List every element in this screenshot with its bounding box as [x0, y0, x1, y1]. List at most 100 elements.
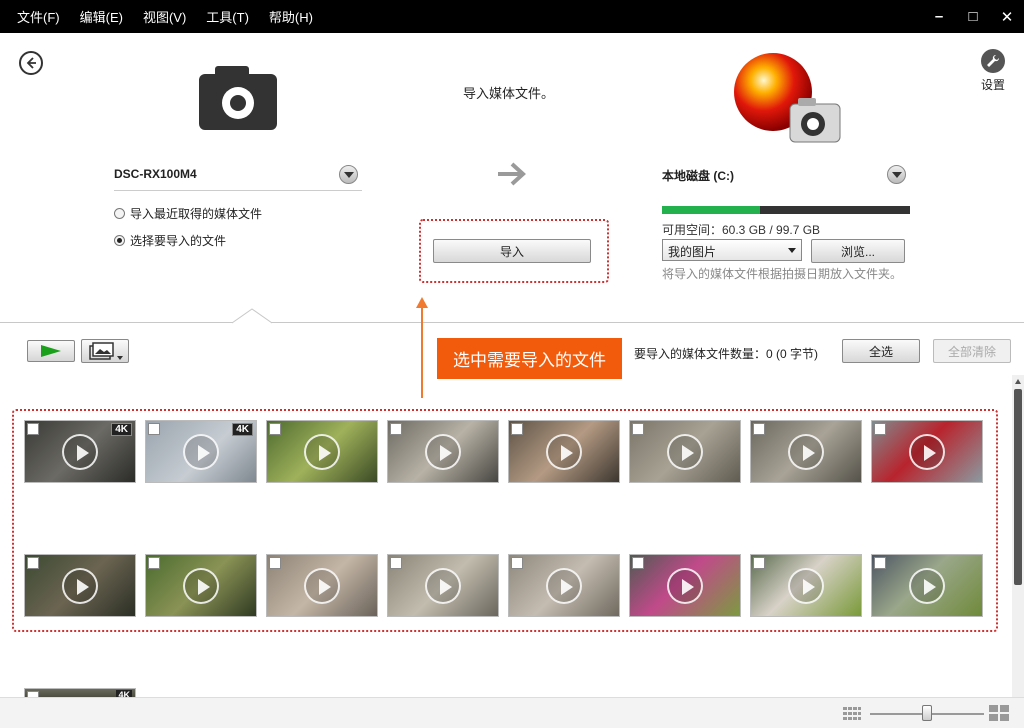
play-circle-icon: [304, 434, 340, 470]
play-circle-icon: [909, 434, 945, 470]
thumbnail-item[interactable]: [24, 554, 136, 617]
divider-notch: [232, 308, 272, 324]
thumbnail-checkbox[interactable]: [753, 557, 765, 569]
4k-badge: 4K: [111, 423, 132, 436]
play-icon: [41, 345, 61, 357]
option-recent[interactable]: 导入最近取得的媒体文件: [114, 205, 262, 222]
select-all-button[interactable]: 全选: [842, 339, 920, 363]
play-circle-icon: [62, 434, 98, 470]
thumbnail-checkbox[interactable]: [753, 423, 765, 435]
thumbnail-item[interactable]: [629, 420, 741, 483]
thumbnail-item[interactable]: [508, 554, 620, 617]
import-count: 要导入的媒体文件数量：0 (0 字节): [634, 347, 819, 361]
thumbnail-checkbox[interactable]: [148, 557, 160, 569]
thumbnail-item[interactable]: [266, 554, 378, 617]
folder-hint: 将导入的媒体文件根据拍摄日期放入文件夹。: [662, 267, 903, 281]
playmemories-logo-icon: [734, 53, 841, 143]
close-button[interactable]: ✕: [990, 0, 1024, 33]
play-circle-icon: [425, 568, 461, 604]
play-circle-icon: [909, 568, 945, 604]
menu-bar: 文件(F) 编辑(E) 视图(V) 工具(T) 帮助(H) – □ ✕: [0, 0, 1024, 33]
option-select-files[interactable]: 选择要导入的文件: [114, 232, 226, 249]
disk-usage-bar: [662, 206, 910, 214]
thumbnail-checkbox[interactable]: [874, 423, 886, 435]
thumbnail-item[interactable]: 4K: [24, 420, 136, 483]
thumbnail-item[interactable]: [750, 420, 862, 483]
window-controls: – □ ✕: [922, 0, 1024, 33]
instruction-callout: 选中需要导入的文件: [437, 338, 622, 379]
play-circle-icon: [788, 568, 824, 604]
scroll-thumb[interactable]: [1014, 389, 1022, 585]
status-bar: [0, 697, 1024, 728]
disk-selector[interactable]: 本地磁盘 (C:): [662, 163, 910, 191]
play-circle-icon: [546, 434, 582, 470]
play-circle-icon: [546, 568, 582, 604]
thumbnail-view-button[interactable]: [81, 339, 129, 363]
folder-dropdown[interactable]: 我的图片: [662, 239, 802, 261]
chevron-down-icon[interactable]: [339, 165, 358, 184]
thumbnail-item[interactable]: [387, 420, 499, 483]
radio-select-files[interactable]: [114, 235, 125, 246]
play-circle-icon: [667, 568, 703, 604]
play-circle-icon: [183, 568, 219, 604]
folder-value: 我的图片: [668, 245, 717, 259]
thumbnail-checkbox[interactable]: [511, 423, 523, 435]
arrow-right-icon: [498, 162, 526, 186]
import-button[interactable]: 导入: [433, 239, 591, 263]
import-panel: 设置 DSC-RX100M4 导入最近取得的媒体文件 选择要导入的文件 导入媒体…: [0, 33, 1024, 323]
thumbnail-checkbox[interactable]: [390, 423, 402, 435]
thumbnail-checkbox[interactable]: [874, 557, 886, 569]
chevron-down-icon[interactable]: [887, 165, 906, 184]
thumbnail-checkbox[interactable]: [390, 557, 402, 569]
thumbnail-checkbox[interactable]: [269, 423, 281, 435]
option-select-files-label: 选择要导入的文件: [130, 234, 227, 248]
camera-icon: [199, 66, 277, 130]
zoom-slider-thumb[interactable]: [922, 705, 932, 721]
menu-help[interactable]: 帮助(H): [253, 7, 313, 26]
play-circle-icon: [425, 434, 461, 470]
browse-button[interactable]: 浏览...: [811, 239, 905, 263]
clear-all-button[interactable]: 全部清除: [933, 339, 1011, 363]
thumbnail-checkbox[interactable]: [27, 557, 39, 569]
thumbnail-item[interactable]: [387, 554, 499, 617]
thumbnail-checkbox[interactable]: [632, 557, 644, 569]
play-button[interactable]: [27, 340, 75, 362]
thumbnail-item[interactable]: [508, 420, 620, 483]
thumbnail-checkbox[interactable]: [269, 557, 281, 569]
menu-tools[interactable]: 工具(T): [190, 7, 249, 26]
small-grid-icon[interactable]: [843, 707, 861, 720]
settings-label: 设置: [980, 78, 1005, 92]
scroll-up-icon[interactable]: [1015, 379, 1021, 384]
thumbnail-checkbox[interactable]: [148, 423, 160, 435]
large-grid-icon[interactable]: [989, 705, 1009, 721]
callout-pointer-line: [421, 300, 423, 398]
section-divider: [0, 322, 1024, 323]
thumbnail-item[interactable]: [629, 554, 741, 617]
thumbnail-item[interactable]: [266, 420, 378, 483]
menu-edit[interactable]: 编辑(E): [64, 7, 123, 26]
thumbnail-item[interactable]: [750, 554, 862, 617]
back-button[interactable]: [19, 51, 43, 75]
image-view-icon: [89, 342, 123, 360]
thumbnail-item[interactable]: [871, 554, 983, 617]
thumbnail-checkbox[interactable]: [27, 423, 39, 435]
device-selector[interactable]: DSC-RX100M4: [114, 163, 362, 191]
thumbnail-checkbox[interactable]: [632, 423, 644, 435]
device-name: DSC-RX100M4: [114, 167, 197, 181]
maximize-button[interactable]: □: [956, 0, 990, 33]
disk-name: 本地磁盘 (C:): [662, 169, 734, 183]
play-circle-icon: [667, 434, 703, 470]
thumbnail-checkbox[interactable]: [511, 557, 523, 569]
thumbnail-item[interactable]: [871, 420, 983, 483]
minimize-button[interactable]: –: [922, 0, 956, 33]
thumbnail-item[interactable]: [145, 554, 257, 617]
vertical-scrollbar[interactable]: [1012, 375, 1024, 697]
menu-file[interactable]: 文件(F): [0, 7, 60, 26]
menu-view[interactable]: 视图(V): [127, 7, 186, 26]
thumbnail-item[interactable]: 4K: [145, 420, 257, 483]
settings-button[interactable]: 设置: [978, 49, 1008, 93]
radio-recent[interactable]: [114, 208, 125, 219]
4k-badge: 4K: [232, 423, 253, 436]
play-circle-icon: [788, 434, 824, 470]
import-caption: 导入媒体文件。: [463, 86, 555, 101]
